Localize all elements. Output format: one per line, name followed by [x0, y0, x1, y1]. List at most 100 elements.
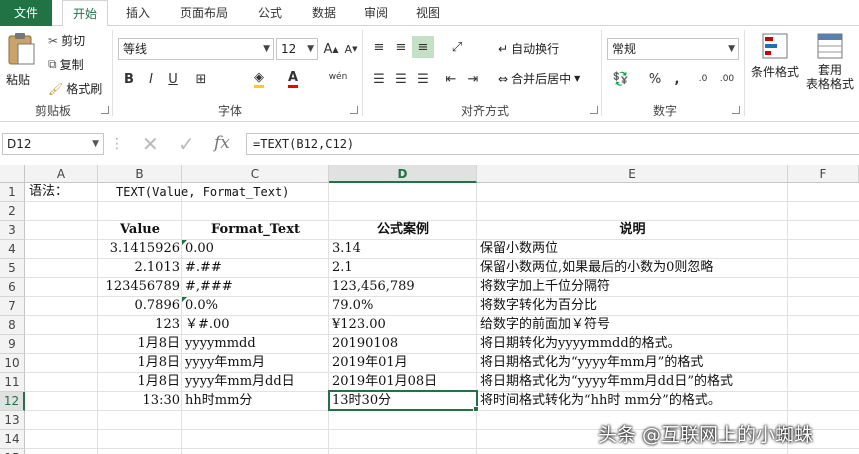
row-header[interactable]: 2: [0, 202, 25, 221]
borders-icon[interactable]: ⊞: [190, 68, 212, 90]
cell-a1[interactable]: 语法：: [29, 183, 68, 201]
copy-button[interactable]: ⧉ 复制: [48, 56, 84, 73]
tab-page-layout[interactable]: 页面布局: [172, 0, 236, 26]
cell-format[interactable]: #.##: [185, 259, 222, 277]
cell-result[interactable]: 20190108: [332, 335, 398, 353]
font-size-select[interactable]: 12 ▼: [276, 38, 318, 60]
row-header[interactable]: 6: [0, 278, 25, 297]
row-header-selected[interactable]: 12: [0, 392, 25, 411]
format-painter-button[interactable]: 🖌 格式刷: [48, 80, 102, 97]
italic-button[interactable]: I: [140, 68, 162, 90]
cell-value[interactable]: 123: [98, 316, 180, 334]
cell-value[interactable]: 0.7896: [98, 297, 181, 315]
cancel-icon[interactable]: ✕: [142, 132, 159, 156]
bold-button[interactable]: B: [118, 68, 140, 90]
cell-note[interactable]: 将数字转化为百分比: [480, 297, 597, 315]
enter-icon[interactable]: ✓: [178, 132, 195, 156]
tab-file[interactable]: 文件: [0, 0, 52, 26]
row-header[interactable]: 7: [0, 297, 25, 316]
number-launcher-icon[interactable]: [732, 106, 740, 114]
cell-format[interactable]: ￥#.00: [185, 316, 230, 334]
row-header[interactable]: 5: [0, 259, 25, 278]
row-header[interactable]: 9: [0, 335, 25, 354]
cell-format[interactable]: yyyy年mm月: [185, 354, 265, 372]
font-name-select[interactable]: 等线 ▼: [118, 38, 274, 60]
insert-function-icon[interactable]: fx: [214, 133, 230, 153]
name-box[interactable]: D12 ▼: [2, 133, 104, 155]
cell-format[interactable]: yyyy年mm月dd日: [185, 373, 295, 391]
cell-b1[interactable]: TEXT(Value, Format_Text): [116, 183, 289, 201]
cell-note[interactable]: 保留小数两位,如果最后的小数为0则忽略: [480, 259, 713, 277]
align-center-icon[interactable]: ☰: [390, 68, 412, 90]
column-header-a[interactable]: A: [25, 165, 98, 183]
currency-icon[interactable]: 💱: [610, 68, 632, 90]
align-left-icon[interactable]: ☰: [368, 68, 390, 90]
font-launcher-icon[interactable]: [350, 106, 358, 114]
tab-insert[interactable]: 插入: [118, 0, 158, 26]
format-as-table-button[interactable]: 套用 表格格式: [804, 32, 856, 91]
alignment-launcher-icon[interactable]: [590, 106, 598, 114]
underline-button[interactable]: U: [162, 68, 184, 90]
decrease-indent-icon[interactable]: ⇤: [440, 68, 462, 90]
cell-c3[interactable]: Format_Text: [182, 221, 329, 239]
decrease-font-icon[interactable]: A ▼: [340, 38, 362, 60]
align-right-icon[interactable]: ☰: [412, 68, 434, 90]
increase-decimal-icon[interactable]: .0: [692, 68, 714, 90]
conditional-format-button[interactable]: 条件格式: [748, 32, 802, 80]
cell-e3[interactable]: 说明: [477, 221, 788, 239]
row-header[interactable]: 14: [0, 430, 25, 449]
font-color-icon[interactable]: A: [282, 68, 304, 90]
paste-button[interactable]: 粘贴: [6, 32, 42, 94]
cell-value[interactable]: 1月8日: [98, 354, 180, 372]
tab-data[interactable]: 数据: [304, 0, 344, 26]
column-header-f[interactable]: F: [788, 165, 859, 183]
cell-result[interactable]: 2019年01月: [332, 354, 408, 372]
row-header[interactable]: 8: [0, 316, 25, 335]
cell-note[interactable]: 将日期转化为yyyymmdd的格式。: [480, 335, 681, 353]
phonetic-icon[interactable]: wén: [326, 66, 350, 88]
cell-result[interactable]: 2.1: [332, 259, 353, 277]
column-header-c[interactable]: C: [182, 165, 329, 183]
cell-b3[interactable]: Value: [98, 221, 182, 239]
cell-value[interactable]: 1月8日: [98, 373, 180, 391]
cut-button[interactable]: ✂ 剪切: [48, 32, 85, 49]
cell-result[interactable]: 2019年01月08日: [332, 373, 437, 391]
row-header[interactable]: 4: [0, 240, 25, 259]
tab-view[interactable]: 视图: [408, 0, 448, 26]
column-header-b[interactable]: B: [98, 165, 182, 183]
percent-button[interactable]: %: [644, 68, 666, 90]
number-format-select[interactable]: 常规 ▼: [607, 38, 739, 60]
row-header[interactable]: 1: [0, 183, 25, 202]
row-header[interactable]: 10: [0, 354, 25, 373]
cell-format[interactable]: 0.00: [185, 240, 214, 258]
row-header[interactable]: 3: [0, 221, 25, 240]
cell-note[interactable]: 将日期格式化为“yyyy年mm月”的格式: [480, 354, 703, 372]
cell-note[interactable]: 将数字加上千位分隔符: [480, 278, 610, 296]
cell-result[interactable]: 123,456,789: [332, 278, 415, 296]
cell-format[interactable]: 0.0%: [185, 297, 218, 315]
cell-value[interactable]: 123456789: [98, 278, 180, 296]
cell-value[interactable]: 2.1013: [98, 259, 181, 277]
tab-formulas[interactable]: 公式: [250, 0, 290, 26]
fill-handle[interactable]: [473, 406, 479, 412]
cell-format[interactable]: #,###: [185, 278, 233, 296]
cell-value[interactable]: 13:30: [98, 392, 180, 410]
align-bottom-icon[interactable]: ≡: [412, 36, 434, 58]
tab-home[interactable]: 开始: [62, 0, 108, 27]
formula-input[interactable]: =TEXT(B12,C12): [246, 133, 859, 155]
row-header[interactable]: 13: [0, 411, 25, 430]
cell-value[interactable]: 1月8日: [98, 335, 180, 353]
fill-color-icon[interactable]: ◈: [248, 68, 270, 90]
row-header[interactable]: 11: [0, 373, 25, 392]
orientation-icon[interactable]: ⤢: [446, 36, 468, 58]
cell-note[interactable]: 将日期格式化为“yyyy年mm月dd日”的格式: [480, 373, 733, 391]
select-all-corner[interactable]: [0, 165, 25, 183]
cell-format[interactable]: yyyymmdd: [185, 335, 256, 353]
wrap-text-button[interactable]: ↵ 自动换行: [498, 40, 559, 57]
tab-review[interactable]: 审阅: [356, 0, 396, 26]
clipboard-launcher-icon[interactable]: [101, 106, 109, 114]
cell-note[interactable]: 保留小数两位: [480, 240, 558, 258]
merge-center-button[interactable]: ⇔ 合并后居中 ▼: [498, 70, 580, 87]
decrease-decimal-icon[interactable]: .00: [716, 68, 738, 90]
cell-result[interactable]: 79.0%: [332, 297, 373, 315]
